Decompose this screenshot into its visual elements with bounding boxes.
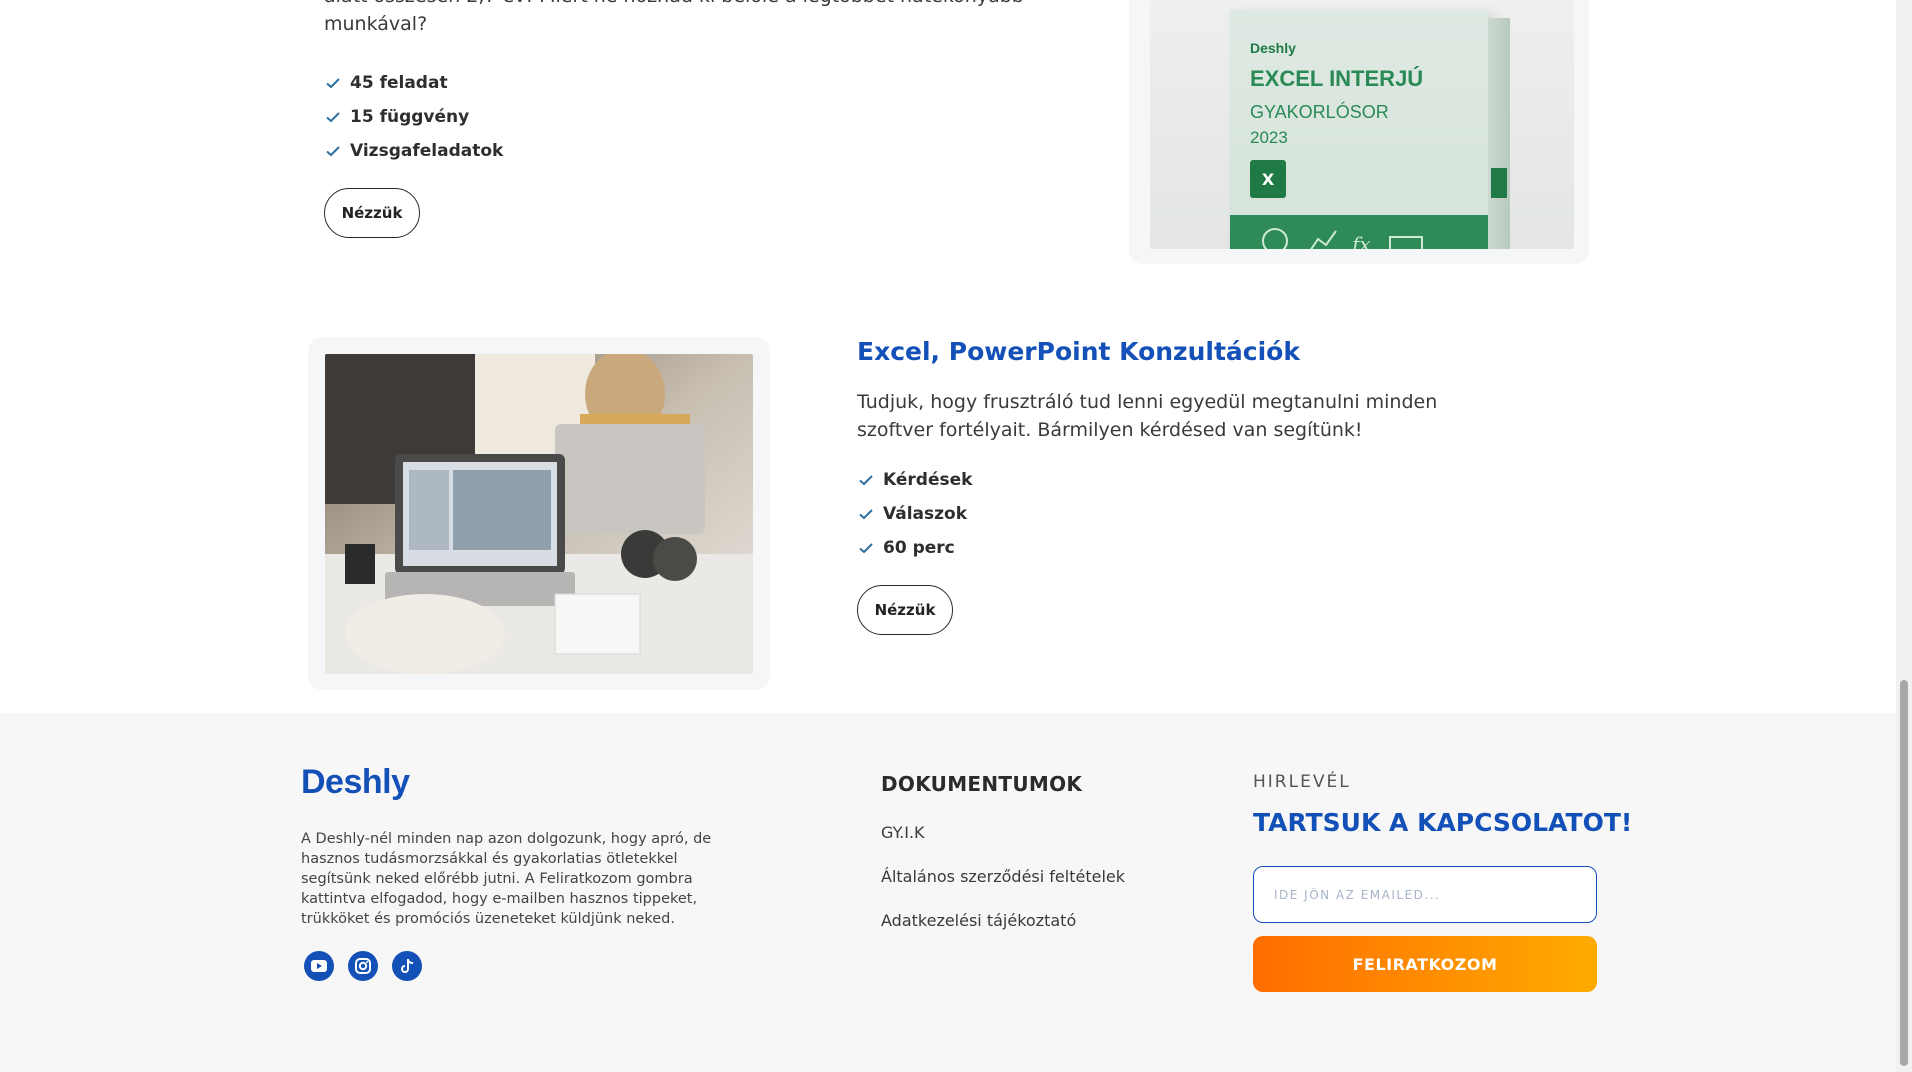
documents-heading: DOKUMENTUMOK [881, 772, 1083, 796]
feature-label: Kérdések [883, 470, 973, 490]
feature-label: Válaszok [883, 504, 967, 524]
course2-image-card [308, 337, 770, 690]
instagram-icon[interactable] [348, 951, 378, 981]
newsletter-overline: HIRLEVÉL [1253, 772, 1351, 792]
course2-description: Tudjuk, hogy frusztráló tud lenni egyedü… [857, 391, 1438, 441]
footer: Deshly A Deshly-nél minden nap azon dolg… [0, 713, 1896, 1072]
product-box-image[interactable]: Deshly EXCEL INTERJÚ GYAKORLÓSOR 2023 X … [1150, 0, 1574, 249]
box-side-logo [1491, 168, 1507, 198]
feature-label: 45 feladat [350, 73, 448, 93]
box-brand: Deshly [1250, 40, 1296, 56]
list-item: Vizsgafeladatok [324, 134, 503, 168]
list-item: 45 feladat [324, 66, 503, 100]
list-item: 60 perc [857, 531, 972, 565]
newsletter-heading: TARTSUK A KAPCSOLATOT! [1253, 808, 1633, 837]
consultation-photo[interactable] [325, 354, 753, 674]
footer-link-privacy[interactable]: Adatkezelési tájékoztató [881, 911, 1076, 930]
course1-image-card: Deshly EXCEL INTERJÚ GYAKORLÓSOR 2023 X … [1129, 0, 1589, 264]
email-input[interactable] [1253, 866, 1597, 923]
course2-view-button[interactable]: Nézzük [857, 585, 953, 635]
feature-label: 15 függvény [350, 107, 470, 127]
list-item: Válaszok [857, 497, 972, 531]
box-front: Deshly EXCEL INTERJÚ GYAKORLÓSOR 2023 X … [1230, 10, 1488, 249]
check-icon [324, 142, 342, 160]
box-side [1488, 18, 1510, 249]
footer-link-faq[interactable]: GY.I.K [881, 823, 925, 842]
course2-feature-list: Kérdések Válaszok 60 perc [857, 463, 972, 565]
excel-icon: X [1250, 160, 1286, 198]
subscribe-button[interactable]: FELIRATKOZOM [1253, 936, 1597, 992]
check-icon [324, 108, 342, 126]
footer-logo[interactable]: Deshly [301, 763, 410, 802]
check-icon [324, 74, 342, 92]
course1-description: alatt összesen 2,7 év! Miért ne hoznád k… [324, 0, 1024, 35]
course1-feature-list: 45 feladat 15 függvény Vizsgafeladatok [324, 66, 503, 168]
footer-description: A Deshly-nél minden nap azon dolgozunk, … [301, 831, 712, 927]
youtube-icon[interactable] [304, 951, 334, 981]
tiktok-icon[interactable] [392, 951, 422, 981]
footer-link-terms[interactable]: Általános szerződési feltételek [881, 867, 1125, 886]
feature-label: Vizsgafeladatok [350, 141, 504, 161]
list-item: 15 függvény [324, 100, 503, 134]
scrollbar-thumb[interactable] [1900, 680, 1908, 1066]
check-icon [857, 471, 875, 489]
check-icon [857, 539, 875, 557]
box-green-band: fx [1230, 215, 1488, 249]
svg-text:fx: fx [1350, 232, 1371, 249]
box-title: EXCEL INTERJÚ [1250, 66, 1424, 91]
course2-title: Excel, PowerPoint Konzultációk [857, 337, 1300, 366]
course1-view-button[interactable]: Nézzük [324, 188, 420, 238]
box-subtitle: GYAKORLÓSOR [1250, 102, 1389, 122]
feature-label: 60 perc [883, 538, 955, 558]
box-year: 2023 [1250, 128, 1288, 147]
list-item: Kérdések [857, 463, 972, 497]
check-icon [857, 505, 875, 523]
logo-text: Deshly [301, 763, 410, 801]
